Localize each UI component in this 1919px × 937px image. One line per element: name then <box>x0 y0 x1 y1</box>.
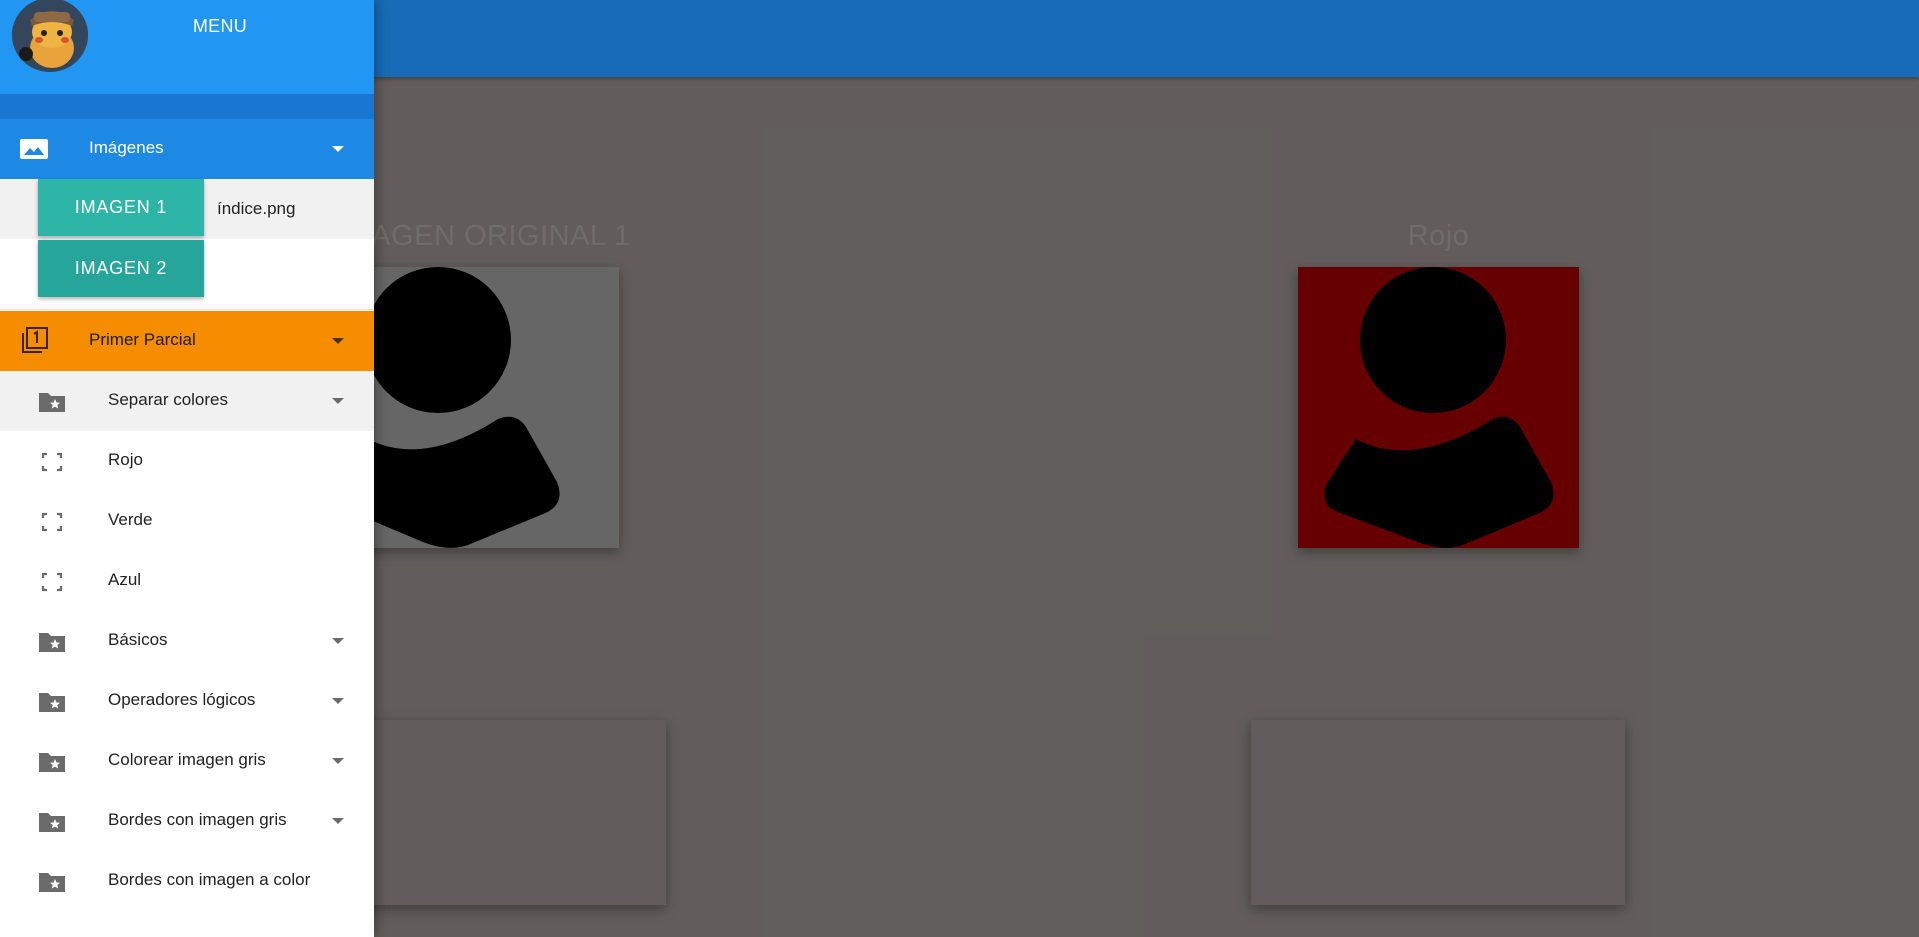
images-section-toggle[interactable]: Imágenes <box>0 119 374 179</box>
filter-1-icon <box>19 327 49 355</box>
group-label: Operadores lógicos <box>108 690 256 709</box>
menu-item-label: Verde <box>108 510 153 529</box>
folder-special-icon <box>38 389 66 415</box>
image2-button[interactable]: IMAGEN 2 <box>38 240 204 297</box>
images-section-label: Imágenes <box>89 138 164 157</box>
parcial-section-toggle[interactable]: Primer Parcial <box>0 311 374 371</box>
chevron-down-icon <box>332 146 344 152</box>
folder-special-icon <box>38 869 66 895</box>
header-strip <box>0 94 374 119</box>
crop-free-icon <box>38 449 66 475</box>
drawer-header: MENU <box>0 0 374 119</box>
group-label: Colorear imagen gris <box>108 750 266 769</box>
folder-special-icon <box>38 809 66 835</box>
menu-item-verde[interactable]: Verde <box>0 491 374 551</box>
group-label: Básicos <box>108 630 168 649</box>
bordes-imagen-gris-toggle[interactable]: Bordes con imagen gris <box>0 791 374 851</box>
image1-filename: índice.png <box>217 199 296 218</box>
basicos-toggle[interactable]: Básicos <box>0 611 374 671</box>
colorear-imagen-gris-toggle[interactable]: Colorear imagen gris <box>0 731 374 791</box>
chevron-down-icon <box>332 818 344 824</box>
menu-title: MENU <box>192 16 248 36</box>
group-label: Bordes con imagen gris <box>108 810 287 829</box>
folder-special-icon <box>38 749 66 775</box>
chevron-down-icon <box>332 338 344 344</box>
side-drawer: MENU Imágenes IMAGEN 1 índice.png IMAGEN… <box>0 0 374 937</box>
menu-item-rojo[interactable]: Rojo <box>0 431 374 491</box>
image1-button[interactable]: IMAGEN 1 <box>38 179 204 236</box>
crop-free-icon <box>38 509 66 535</box>
menu-item-label: Rojo <box>108 450 143 469</box>
chevron-down-icon <box>332 398 344 404</box>
separar-colores-toggle[interactable]: Separar colores <box>0 371 374 431</box>
chevron-down-icon <box>332 698 344 704</box>
chevron-down-icon <box>332 758 344 764</box>
bordes-imagen-color-toggle[interactable]: Bordes con imagen a color <box>0 851 374 911</box>
chevron-down-icon <box>332 638 344 644</box>
crop-free-icon <box>38 569 66 595</box>
menu-item-label: Azul <box>108 570 142 589</box>
group-label: Bordes con imagen a color <box>108 870 311 889</box>
folder-special-icon <box>38 629 66 655</box>
menu-item-azul[interactable]: Azul <box>0 551 374 611</box>
folder-special-icon <box>38 689 66 715</box>
operadores-logicos-toggle[interactable]: Operadores lógicos <box>0 671 374 731</box>
parcial-section-label: Primer Parcial <box>89 330 196 349</box>
separar-colores-label: Separar colores <box>108 390 229 409</box>
image-icon <box>19 135 49 163</box>
